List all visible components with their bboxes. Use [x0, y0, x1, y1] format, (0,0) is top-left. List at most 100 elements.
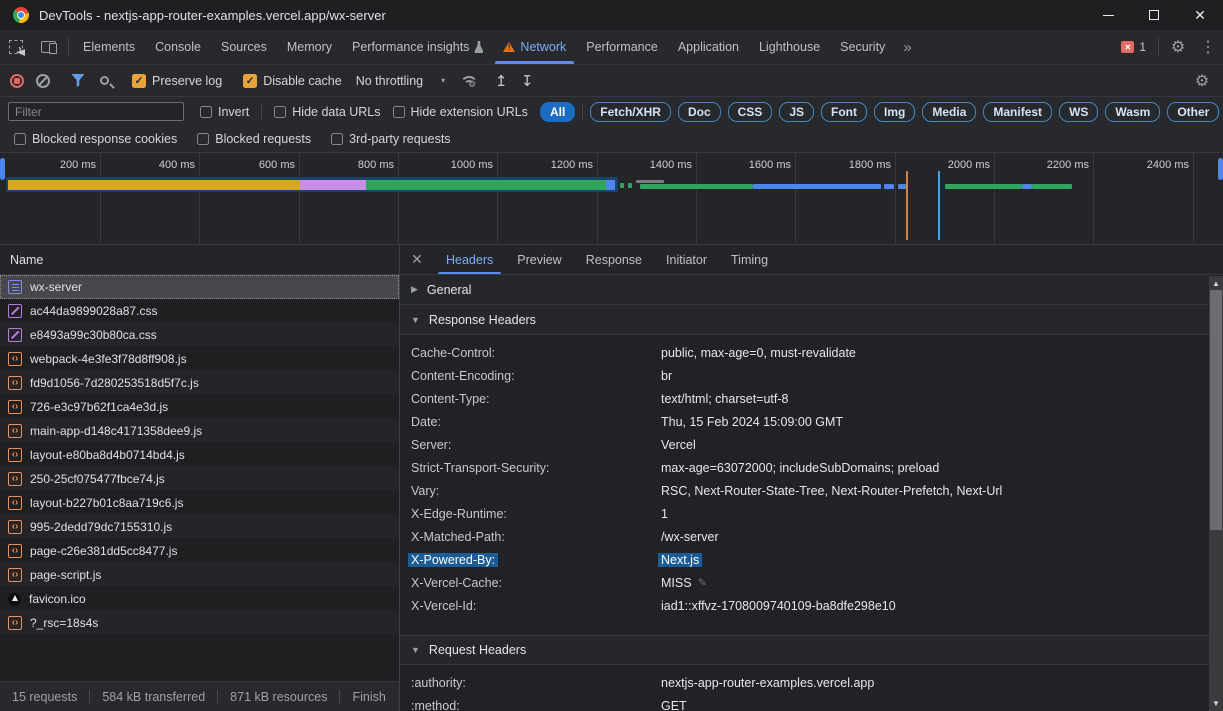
tab-application[interactable]: Application — [668, 30, 749, 64]
general-section-toggle[interactable]: ▶ General — [400, 275, 1209, 305]
invert-checkbox[interactable]: Invert — [194, 105, 255, 119]
chip-media[interactable]: Media — [922, 102, 976, 122]
inspect-cursor-icon — [9, 40, 23, 54]
table-row[interactable]: page-c26e381dd5cc8477.js — [0, 539, 399, 563]
disable-cache-checkbox[interactable]: ✓ Disable cache — [237, 74, 348, 88]
export-har-button[interactable]: ↧ — [514, 68, 540, 94]
header-row: Strict-Transport-Security:max-age=630720… — [400, 456, 1209, 479]
chip-js[interactable]: JS — [779, 102, 814, 122]
tick-label: 400 ms — [102, 159, 195, 171]
request-headers-section-toggle[interactable]: ▼ Request Headers — [400, 635, 1209, 665]
hide-extension-urls-checkbox[interactable]: Hide extension URLs — [387, 105, 534, 119]
tab-console[interactable]: Console — [145, 30, 211, 64]
scroll-down-arrow[interactable]: ▼ — [1209, 699, 1223, 708]
header-value: MISS — [661, 576, 692, 590]
download-icon: ↧ — [521, 72, 534, 90]
window-title: DevTools - nextjs-app-router-examples.ve… — [39, 8, 386, 23]
chip-manifest[interactable]: Manifest — [983, 102, 1052, 122]
blocked-response-cookies-checkbox[interactable]: Blocked response cookies — [8, 132, 183, 146]
chip-fetch-xhr[interactable]: Fetch/XHR — [590, 102, 671, 122]
tab-sources[interactable]: Sources — [211, 30, 277, 64]
details-scrollbar[interactable]: ▲ ▼ — [1209, 276, 1223, 711]
device-toolbar-button[interactable] — [32, 30, 64, 64]
table-row[interactable]: layout-e80ba8d4b0714bd4.js — [0, 443, 399, 467]
table-row[interactable]: fd9d1056-7d280253518d5f7c.js — [0, 371, 399, 395]
filter-input[interactable] — [8, 102, 184, 121]
clear-network-log-button[interactable] — [30, 68, 56, 94]
table-row[interactable]: layout-b227b01c8aa719c6.js — [0, 491, 399, 515]
filter-toggle-button[interactable] — [65, 68, 91, 94]
chip-all[interactable]: All — [540, 102, 575, 122]
tab-memory[interactable]: Memory — [277, 30, 342, 64]
close-details-button[interactable]: ✕ — [400, 251, 434, 268]
record-network-log-button[interactable] — [4, 68, 30, 94]
tab-security[interactable]: Security — [830, 30, 895, 64]
header-key: Cache-Control: — [411, 346, 661, 360]
tab-elements[interactable]: Elements — [73, 30, 145, 64]
band-segment-blue — [606, 180, 615, 190]
settings-gear-button[interactable]: ⚙ — [1163, 30, 1193, 64]
search-button[interactable] — [91, 68, 117, 94]
import-har-button[interactable]: ↥ — [488, 68, 514, 94]
chip-doc[interactable]: Doc — [678, 102, 721, 122]
tab-network[interactable]: Network — [493, 30, 576, 64]
table-row[interactable]: wx-server — [0, 275, 399, 299]
name-column-header[interactable]: Name — [0, 245, 399, 275]
network-filter-bar: Invert Hide data URLs Hide extension URL… — [0, 97, 1223, 126]
overview-left-handle[interactable] — [0, 158, 5, 180]
chip-img[interactable]: Img — [874, 102, 915, 122]
preserve-log-checkbox[interactable]: ✓ Preserve log — [126, 74, 228, 88]
network-settings-button[interactable]: ⚙ — [1187, 71, 1217, 91]
inspect-element-button[interactable] — [0, 30, 32, 64]
minimize-button[interactable] — [1085, 0, 1131, 30]
main-menu-button[interactable]: ⋮ — [1193, 30, 1223, 64]
tab-label: Performance — [586, 40, 658, 54]
tab-headers[interactable]: Headers — [434, 245, 505, 274]
tab-performance[interactable]: Performance — [576, 30, 668, 64]
table-row[interactable]: 250-25cf075477fbce74.js — [0, 467, 399, 491]
chip-wasm[interactable]: Wasm — [1105, 102, 1160, 122]
chip-other[interactable]: Other — [1167, 102, 1219, 122]
table-row[interactable]: page-script.js — [0, 563, 399, 587]
response-headers-section-toggle[interactable]: ▼ Response Headers — [400, 305, 1209, 335]
gridline — [1193, 153, 1194, 244]
console-errors-button[interactable]: ✕ 1 — [1113, 30, 1154, 64]
chip-css[interactable]: CSS — [728, 102, 773, 122]
header-row: X-Vercel-Id:iad1::xffvz-1708009740109-ba… — [400, 594, 1209, 617]
table-row[interactable]: ?_rsc=18s4s — [0, 611, 399, 635]
overview-right-handle[interactable] — [1218, 158, 1223, 180]
table-row[interactable]: e8493a99c30b80ca.css — [0, 323, 399, 347]
tab-preview[interactable]: Preview — [505, 245, 573, 274]
gridline — [696, 153, 697, 244]
third-party-requests-checkbox[interactable]: 3rd-party requests — [325, 132, 456, 146]
more-tabs-button[interactable]: » — [895, 30, 919, 64]
table-row[interactable]: ac44da9899028a87.css — [0, 299, 399, 323]
tab-response[interactable]: Response — [574, 245, 654, 274]
table-row[interactable]: favicon.ico — [0, 587, 399, 611]
tab-timing[interactable]: Timing — [719, 245, 780, 274]
chip-ws[interactable]: WS — [1059, 102, 1098, 122]
table-row[interactable]: webpack-4e3fe3f78d8ff908.js — [0, 347, 399, 371]
tab-initiator[interactable]: Initiator — [654, 245, 719, 274]
table-row[interactable]: 995-2dedd79dc7155310.js — [0, 515, 399, 539]
tab-performance-insights[interactable]: Performance insights — [342, 30, 493, 64]
network-conditions-button[interactable]: ⚙ — [453, 68, 479, 94]
edit-pencil-icon[interactable]: ✎ — [698, 576, 707, 589]
maximize-button[interactable] — [1131, 0, 1177, 30]
scroll-up-arrow[interactable]: ▲ — [1209, 279, 1223, 288]
header-value: /wx-server — [661, 530, 719, 544]
chip-font[interactable]: Font — [821, 102, 867, 122]
blocked-requests-checkbox[interactable]: Blocked requests — [191, 132, 317, 146]
error-badge-icon: ✕ — [1121, 41, 1134, 53]
table-row[interactable]: main-app-d148c4171358dee9.js — [0, 419, 399, 443]
close-button[interactable]: ✕ — [1177, 0, 1223, 30]
table-row[interactable]: 726-e3c97b62f1ca4e3d.js — [0, 395, 399, 419]
script-icon — [8, 400, 22, 414]
hide-data-urls-checkbox[interactable]: Hide data URLs — [268, 105, 386, 119]
tab-lighthouse[interactable]: Lighthouse — [749, 30, 830, 64]
header-value: nextjs-app-router-examples.vercel.app — [661, 676, 874, 690]
disable-cache-label: Disable cache — [263, 74, 342, 88]
gridline — [1093, 153, 1094, 244]
scrollbar-thumb[interactable] — [1210, 290, 1222, 530]
throttling-select[interactable]: No throttling ▾ — [348, 74, 453, 88]
